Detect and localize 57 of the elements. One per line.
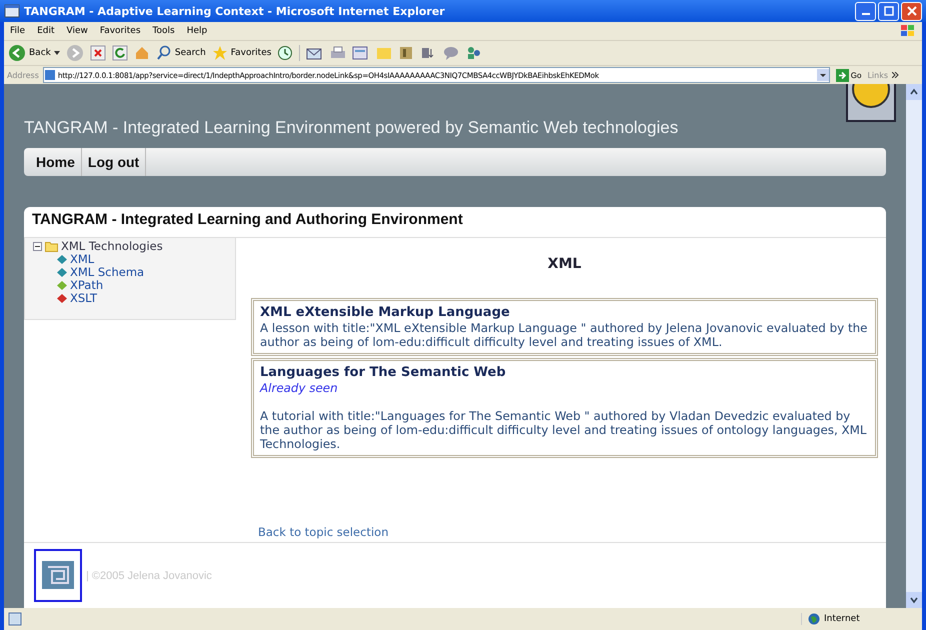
caret-icon	[54, 51, 60, 55]
menu-item[interactable]: Tools	[152, 26, 175, 36]
menu-item[interactable]: Help	[186, 26, 208, 36]
document-icon[interactable]	[420, 45, 436, 61]
favorites-button[interactable]: Favorites	[212, 45, 272, 61]
menu-item[interactable]: Edit	[37, 26, 54, 36]
search-icon	[156, 45, 172, 61]
browser-icon	[4, 3, 20, 19]
scroll-up-icon[interactable]	[906, 84, 922, 100]
topic-link[interactable]: XML	[70, 253, 94, 266]
globe-icon	[808, 613, 820, 625]
maximize-icon	[884, 6, 894, 16]
resource-title[interactable]: Languages for The Semantic Web	[260, 365, 869, 381]
minimize-button[interactable]	[855, 2, 876, 20]
close-button[interactable]	[901, 2, 922, 20]
menu-item[interactable]: View	[66, 26, 88, 36]
topic-link[interactable]: XPath	[70, 279, 104, 292]
minimize-icon	[862, 13, 870, 15]
print-icon[interactable]	[330, 45, 346, 61]
address-label: Address	[7, 70, 39, 80]
windows-logo-icon	[900, 24, 916, 38]
history-icon[interactable]	[277, 45, 294, 61]
maximize-button[interactable]	[878, 2, 899, 20]
nav-link[interactable]: Log out	[82, 148, 146, 176]
stop-icon[interactable]	[90, 45, 106, 61]
resource-description: A tutorial with title:"Languages for The Semantic Web " authored by Vladan Devedzic evaluated by the author as being of lom-edu:difficult difficulty level and treating issues of ontology languages, XML Technologies.	[260, 409, 868, 451]
people-icon[interactable]	[466, 45, 482, 61]
topic-link[interactable]: XSLT	[70, 292, 98, 305]
seen-label: Already seen	[260, 381, 339, 395]
nav-link[interactable]: Home	[30, 148, 82, 176]
window-title: TANGRAM - Adaptive Learning Context - Microsoft Internet Explorer	[24, 4, 446, 18]
go-button[interactable]: Go	[834, 68, 864, 82]
collapse-icon[interactable]	[33, 242, 42, 251]
zone-label: Internet	[824, 614, 860, 624]
resource-title[interactable]: XML eXtensible Markup Language	[260, 305, 869, 321]
star-icon	[212, 45, 228, 61]
back-button[interactable]: Back	[8, 44, 60, 62]
page-header: TANGRAM - Integrated Learning Environment powered by Semantic Web technologies	[24, 118, 680, 138]
page-icon	[44, 69, 56, 81]
folder-icon	[45, 241, 58, 252]
refresh-icon[interactable]	[112, 45, 128, 61]
book-icon[interactable]	[398, 45, 414, 61]
edit-icon[interactable]	[352, 45, 370, 61]
close-icon	[906, 6, 916, 16]
logo-icon	[34, 549, 82, 602]
scroll-down-icon[interactable]	[906, 592, 922, 608]
resource-description: A lesson with title:"XML eXtensible Markup Language " authored by Jelena Jovanovic evaluated by the author as being of lom-edu:difficult difficulty level and treating issues of XML.	[260, 321, 868, 349]
chevron-icon[interactable]	[892, 72, 899, 78]
dropdown-icon[interactable]	[816, 69, 829, 81]
topic-link[interactable]: XML Schema	[70, 266, 144, 279]
tree-item[interactable]: XML Technologies	[61, 240, 163, 253]
menu-item[interactable]: Favorites	[100, 26, 141, 36]
back-link[interactable]: Back to topic selection	[258, 525, 388, 539]
page-icon	[8, 612, 22, 626]
menu-item[interactable]: File	[10, 26, 26, 36]
search-button[interactable]: Search	[156, 45, 206, 61]
topic-title: XML	[546, 256, 582, 272]
